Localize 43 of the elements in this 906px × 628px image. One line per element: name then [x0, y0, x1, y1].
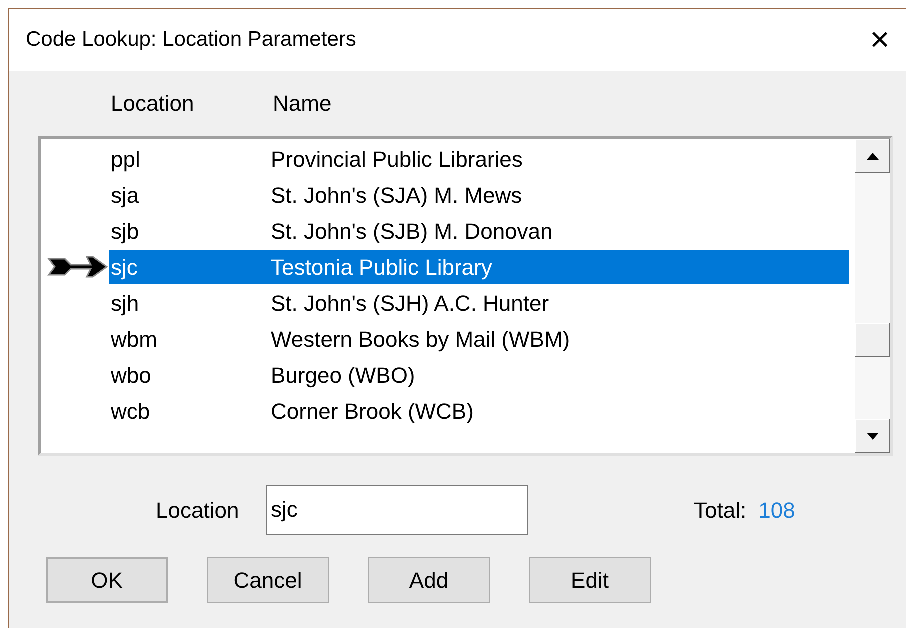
list-row[interactable]: sjh St. John's (SJH) A.C. Hunter — [109, 286, 849, 320]
location-name: St. John's (SJH) A.C. Hunter — [271, 290, 550, 318]
scroll-up-button[interactable] — [855, 139, 890, 173]
location-code: ppl — [110, 146, 142, 174]
location-name: Western Books by Mail (WBM) — [271, 326, 570, 354]
location-code: sjh — [110, 290, 140, 318]
location-code: wbo — [110, 362, 152, 390]
total-value: 108 — [758, 496, 796, 524]
list-row[interactable]: sja St. John's (SJA) M. Mews — [109, 178, 849, 212]
scrollbar[interactable] — [855, 139, 890, 453]
list-row[interactable]: wbo Burgeo (WBO) — [109, 358, 849, 392]
scroll-down-button[interactable] — [855, 419, 890, 453]
window-title: Code Lookup: Location Parameters — [26, 27, 356, 54]
down-triangle-icon — [866, 432, 878, 440]
location-label: Location — [156, 496, 240, 524]
up-triangle-icon — [866, 152, 878, 160]
column-header: Name — [273, 90, 332, 118]
location-input[interactable]: sjc — [266, 485, 528, 535]
location-name: St. John's (SJB) M. Donovan — [271, 218, 553, 246]
scroll-thumb[interactable] — [855, 323, 890, 357]
location-code: sjb — [110, 218, 140, 246]
location-code: sjc — [110, 254, 139, 282]
location-name: Testonia Public Library — [271, 254, 492, 282]
location-code: wbm — [110, 326, 158, 354]
close-button[interactable]: × — [862, 23, 898, 57]
list-row[interactable]: wbm Western Books by Mail (WBM) — [109, 322, 849, 356]
location-name: Burgeo (WBO) — [271, 362, 416, 390]
location-name: Corner Brook (WCB) — [271, 398, 474, 426]
dialog-button[interactable]: Add — [368, 557, 490, 603]
list-row[interactable]: ppl Provincial Public Libraries — [109, 142, 849, 176]
list-row[interactable]: sjc Testonia Public Library — [109, 250, 849, 284]
list-row[interactable]: wcb Corner Brook (WCB) — [109, 394, 849, 428]
location-name: St. John's (SJA) M. Mews — [271, 182, 522, 210]
location-code: wcb — [110, 398, 152, 426]
arrow-icon — [47, 254, 109, 280]
list-row[interactable]: sjb St. John's (SJB) M. Donovan — [109, 214, 849, 248]
dialog-button[interactable]: Edit — [529, 557, 651, 603]
location-code: sja — [110, 182, 140, 210]
dialog-button[interactable]: Cancel — [207, 557, 329, 603]
total-label: Total: — [694, 496, 747, 524]
dialog-button[interactable]: OK — [46, 557, 168, 603]
column-header: Location — [111, 90, 196, 118]
location-name: Provincial Public Libraries — [271, 146, 523, 174]
